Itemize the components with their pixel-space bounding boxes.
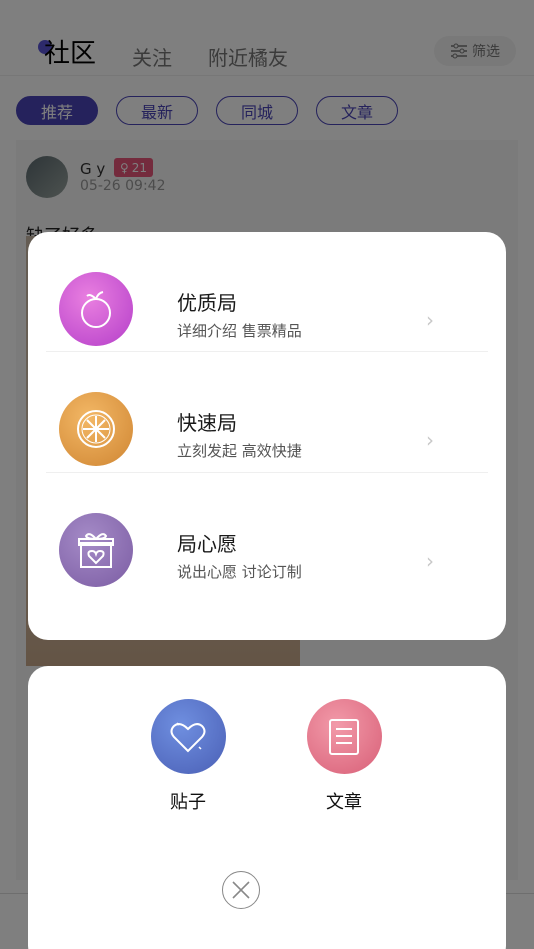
- publish-type-card: 优质局 详细介绍 售票精品 › 快速局 立刻发起 高效快捷 › 局心愿 说出心愿…: [28, 232, 506, 640]
- option-title: 快速局: [177, 411, 237, 435]
- option-quality-event[interactable]: 优质局 详细介绍 售票精品 ›: [28, 232, 506, 352]
- option-subtitle: 立刻发起 高效快捷: [177, 442, 302, 460]
- gift-heart-icon: [59, 513, 133, 587]
- option-subtitle: 说出心愿 讨论订制: [177, 563, 302, 581]
- article-button[interactable]: 文章: [304, 699, 384, 814]
- option-event-wish[interactable]: 局心愿 说出心愿 讨论订制 ›: [28, 473, 506, 593]
- option-title: 优质局: [177, 291, 237, 315]
- chevron-right-icon: ›: [426, 308, 434, 332]
- heart-icon: [150, 699, 226, 774]
- article-label: 文章: [326, 792, 362, 813]
- option-quick-event[interactable]: 快速局 立刻发起 高效快捷 ›: [28, 352, 506, 473]
- document-icon: [306, 699, 382, 774]
- chevron-right-icon: ›: [426, 428, 434, 452]
- close-button[interactable]: [222, 871, 260, 909]
- chevron-right-icon: ›: [426, 549, 434, 573]
- peach-icon: [59, 272, 133, 346]
- post-label: 贴子: [170, 792, 206, 813]
- publish-content-card: 贴子 文章: [28, 666, 506, 949]
- close-icon: [232, 881, 250, 899]
- orange-slice-icon: [59, 392, 133, 466]
- option-subtitle: 详细介绍 售票精品: [177, 322, 302, 340]
- post-button[interactable]: 贴子: [148, 699, 228, 814]
- option-title: 局心愿: [177, 532, 237, 556]
